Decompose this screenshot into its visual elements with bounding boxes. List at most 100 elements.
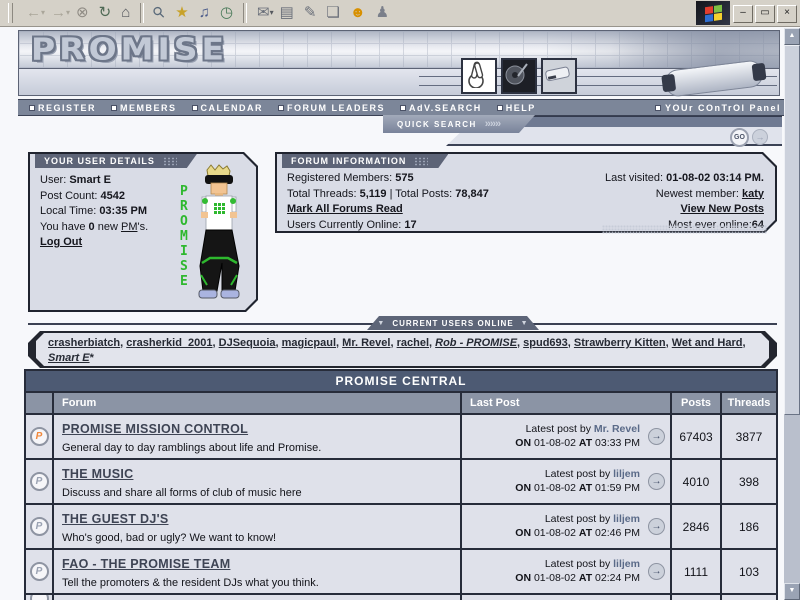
logout-link[interactable]: Log Out (40, 236, 82, 248)
forum-table-header: Forum Last Post Posts Threads (26, 393, 776, 413)
online-user-link[interactable]: magicpaul (282, 337, 336, 349)
last-poster-link[interactable]: liljem (613, 468, 640, 480)
nav-item-forum-leaders[interactable]: FORUM LEADERS (279, 103, 385, 113)
quick-search-go-button[interactable]: GO (730, 128, 749, 147)
p-glyph: P (36, 522, 43, 532)
online-user-link[interactable]: Strawberry Kitten (574, 337, 666, 349)
latest-post-label: Latest post by (526, 423, 591, 435)
forum-row-partial (26, 595, 776, 600)
browser-toolbar-icons: ←▾→▾⊗↻⌂⚲★♫◷✉▾▤✎❏☻♟ (21, 2, 394, 24)
stop-icon[interactable]: ⊗ (71, 2, 94, 24)
last-poster-link[interactable]: Mr. Revel (594, 423, 640, 435)
last-post-date: 01-08-02 (534, 527, 576, 539)
forum-title-link[interactable]: FAO - THE PROMISE TEAM (62, 557, 230, 571)
scroll-down-button[interactable]: ▼ (784, 583, 800, 600)
dots-decoration (414, 157, 428, 166)
forum-description: Discuss and share all forms of club of m… (62, 487, 460, 499)
forum-category-title: PROMISE CENTRAL (26, 371, 776, 391)
nav-label: REGISTER (38, 103, 96, 113)
forum-title-link[interactable]: PROMISE MISSION CONTROL (62, 422, 248, 436)
last-post-time: 02:24 PM (595, 572, 640, 584)
nav-label: FORUM LEADERS (287, 103, 385, 113)
last-poster-link[interactable]: liljem (613, 558, 640, 570)
close-button[interactable]: × (777, 5, 797, 23)
minimize-button[interactable]: – (733, 5, 753, 23)
device-image (541, 58, 577, 94)
triangle-down-icon: ▼ (377, 320, 385, 327)
nav-item-help[interactable]: HELP (498, 103, 536, 113)
forum-icon-cell: P (26, 505, 52, 548)
toolbar-grip[interactable] (8, 3, 13, 23)
nav-item-calendar[interactable]: CALENDAR (193, 103, 264, 113)
goto-last-post-button[interactable]: → (648, 563, 665, 580)
history-icon[interactable]: ◷ (215, 2, 238, 24)
total-threads-label: Total Threads: (287, 188, 357, 200)
forum-information-title: FORUM INFORMATION (291, 156, 406, 166)
online-user-link[interactable]: DJSequoia (219, 337, 276, 349)
home-icon[interactable]: ⌂ (116, 2, 135, 24)
forum-status-icon: P (30, 562, 49, 581)
triangle-down-icon: ▼ (521, 320, 529, 327)
go-arrow-icon: → (752, 129, 768, 145)
nav-label: HELP (506, 103, 536, 113)
user-details-content: User: Smart E Post Count: 4542 Local Tim… (40, 173, 148, 251)
pm-link[interactable]: PM (121, 221, 138, 233)
local-time-label: Local Time: (40, 205, 96, 217)
forum-status-icon: P (30, 427, 49, 446)
scrollbar-thumb[interactable] (784, 45, 800, 415)
view-new-posts-link[interactable]: View New Posts (680, 203, 764, 215)
users-online-box: crasherbiatch, crasherkid_2001, DJSequoi… (28, 331, 777, 368)
total-posts-label: Total Posts: (395, 188, 452, 200)
local-time-value: 03:35 PM (99, 205, 147, 217)
online-user-link[interactable]: crasherbiatch (48, 337, 120, 349)
forum-title-link[interactable]: THE MUSIC (62, 467, 133, 481)
nav-item-control-panel[interactable]: YOUr COnTrOl Panel (656, 103, 784, 113)
online-user-link[interactable]: crasherkid_2001 (126, 337, 212, 349)
user-details-panel-body: YOUR USER DETAILS User: Smart E Post Cou… (30, 154, 256, 310)
threads-count-cell: 3877 (722, 415, 776, 458)
messenger-icon[interactable]: ☻ (345, 2, 371, 24)
goto-last-post-button[interactable]: → (648, 518, 665, 535)
scroll-up-button[interactable]: ▲ (784, 28, 800, 45)
online-user-link[interactable]: Smart E (48, 352, 90, 364)
right-arrow-icon: → (652, 567, 662, 577)
online-user-link[interactable]: rachel (397, 337, 429, 349)
header-forum: Forum (54, 393, 460, 413)
refresh-icon[interactable]: ↻ (94, 2, 117, 24)
last-post-time: 03:33 PM (595, 437, 640, 449)
vertical-scrollbar[interactable]: ▲ ▼ (784, 28, 800, 600)
users-online-label: Users Currently Online: (287, 219, 401, 231)
newest-member-link[interactable]: katy (742, 188, 764, 200)
media-icon[interactable]: ♫ (194, 2, 215, 24)
edit-icon[interactable]: ✎ (299, 2, 322, 24)
on-label: ON (515, 482, 531, 494)
discuss-icon[interactable]: ❏ (321, 2, 344, 24)
last-visited-label: Last visited: (605, 172, 663, 184)
nav-item-register[interactable]: REGISTER (30, 103, 96, 113)
header-last-post: Last Post (462, 393, 670, 413)
forum-description: General day to day ramblings about life … (62, 442, 460, 454)
forum-cell: THE GUEST DJ'S Who's good, bad or ugly? … (54, 505, 460, 548)
user-icon[interactable]: ♟ (371, 2, 394, 24)
goto-last-post-button[interactable]: → (648, 473, 665, 490)
forum-title-link[interactable]: THE GUEST DJ'S (62, 512, 169, 526)
current-users-online-title: CURRENT USERS ONLINE (392, 319, 513, 328)
last-post-cell: Latest post by liljem ON 01-08-02 AT 02:… (462, 550, 670, 593)
current-users-online-header[interactable]: ▼ CURRENT USERS ONLINE ▼ (367, 316, 539, 330)
nav-item-members[interactable]: MEMBERS (112, 103, 177, 113)
user-avatar: P R O M I S E (177, 163, 249, 305)
print-icon[interactable]: ▤ (275, 2, 299, 24)
goto-last-post-button[interactable]: → (648, 428, 665, 445)
pm-text: You have (40, 221, 85, 233)
threads-count-cell: 103 (722, 550, 776, 593)
nav-item-adv-search[interactable]: AdV.SEARCH (401, 103, 482, 113)
latest-post-label: Latest post by (545, 468, 610, 480)
restore-button[interactable]: ▭ (755, 5, 775, 23)
online-user-link[interactable]: spud693 (523, 337, 568, 349)
main-nav-bar: REGISTER MEMBERS CALENDAR FORUM LEADERS … (18, 99, 784, 116)
online-user-link[interactable]: Wet and Hard (672, 337, 743, 349)
last-poster-link[interactable]: liljem (613, 513, 640, 525)
online-user-link[interactable]: Mr. Revel (342, 337, 390, 349)
online-user-link[interactable]: Rob - PROMISE (435, 337, 517, 349)
mark-all-forums-read-link[interactable]: Mark All Forums Read (287, 203, 403, 215)
